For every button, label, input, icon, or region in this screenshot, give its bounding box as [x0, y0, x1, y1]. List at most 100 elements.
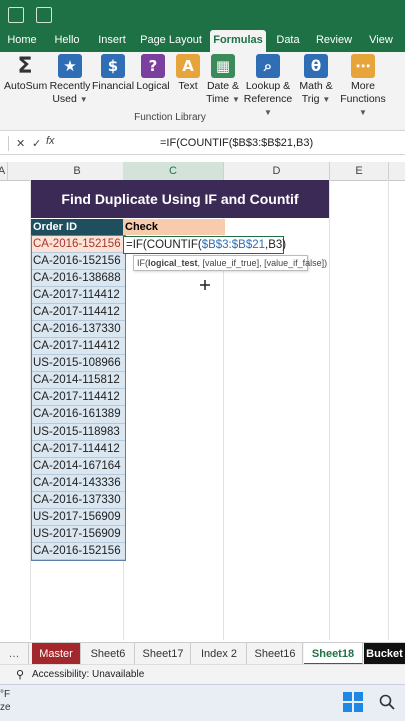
column-header-e[interactable]: E [330, 162, 389, 180]
order-id-cell[interactable]: CA-2016-137330 [32, 492, 125, 509]
function-library-group-label: Function Library [134, 112, 206, 123]
date-time-label-1: Date & [206, 80, 240, 92]
recently-used-label-2: Used [52, 93, 77, 105]
order-id-cell[interactable]: CA-2016-137330 [32, 321, 125, 339]
formula-bar: ✕ ✓ fx =IF(COUNTIF($B$3:$B$21,B3) [0, 134, 405, 155]
sheet-tab-sheet16[interactable]: Sheet16 [248, 643, 303, 665]
sheet-tab-index-2[interactable]: Index 2 [192, 643, 247, 665]
formula-text[interactable]: =IF(COUNTIF($B$3:$B$21,B3) [160, 137, 313, 149]
text-label: Text [178, 80, 198, 92]
search-icon[interactable] [378, 693, 396, 711]
lookup-label-1: Lookup & [245, 80, 291, 92]
order-id-cell[interactable]: CA-2017-114412 [32, 304, 125, 322]
column-header-d[interactable]: D [224, 162, 330, 180]
math-trig-label-2: Trig [301, 93, 320, 105]
sheet-more-icon[interactable]: … [0, 643, 29, 665]
weather-desc: ze [0, 702, 11, 713]
column-header-c[interactable]: C [123, 162, 224, 180]
order-id-cell[interactable]: CA-2017-114412 [32, 389, 125, 407]
chevron-down-icon: ▼ [264, 108, 272, 117]
sigma-icon: Σ [17, 53, 33, 79]
tab-page-layout[interactable]: Page Layout [138, 30, 204, 52]
window-title-bar [0, 0, 405, 30]
accessibility-icon[interactable]: ⚲ [16, 665, 24, 685]
order-id-cell[interactable]: CA-2017-114412 [32, 338, 125, 356]
date-time-button[interactable]: ▦ Date & Time ▼ [204, 54, 242, 106]
text-icon: A [176, 54, 200, 78]
order-id-cell[interactable]: CA-2016-152156 [32, 236, 125, 254]
order-id-header[interactable]: Order ID [31, 219, 125, 235]
chevron-down-icon: ▼ [322, 95, 331, 104]
tab-formulas[interactable]: Formulas [210, 30, 266, 52]
recently-used-button[interactable]: ★ Recently Used ▼ [48, 54, 92, 106]
active-cell-editor[interactable]: =IF(COUNTIF($B$3:$B$21,B3) [123, 236, 287, 254]
tooltip-rest: , [value_if_true], [value_if_false]) [197, 258, 328, 268]
order-id-cell[interactable]: CA-2016-161389 [32, 406, 125, 424]
autosum-label: AutoSum [4, 80, 48, 92]
formula-range: $B$3:$B$21 [201, 239, 266, 251]
autosum-button[interactable]: Σ AutoSum [4, 53, 48, 93]
weather-widget[interactable]: °F ze [0, 688, 11, 714]
tab-view[interactable]: View [364, 30, 398, 52]
windows-start-icon[interactable] [342, 691, 364, 713]
financial-button[interactable]: $ Financial [92, 54, 134, 93]
ribbon-tab-bar: Home Hello Insert Page Layout Formulas D… [0, 30, 405, 52]
star-icon: ★ [58, 54, 82, 78]
check-header[interactable]: Check [123, 219, 225, 235]
save-icon[interactable] [8, 7, 24, 23]
lookup-icon: ⌕ [256, 54, 280, 78]
name-box[interactable] [0, 136, 9, 151]
math-trig-button[interactable]: θ Math & Trig ▼ [294, 54, 338, 106]
order-id-column: CA-2016-152156 CA-2016-152156 CA-2016-13… [31, 235, 126, 561]
more-functions-label-2: Functions [340, 93, 386, 105]
formula-rest: ,B3) [265, 239, 287, 251]
tooltip-arg-logical-test[interactable]: logical_test [148, 258, 198, 268]
text-button[interactable]: A Text [172, 54, 204, 93]
sheet-tab-master[interactable]: Master [32, 643, 81, 665]
sheet-tab-sheet18[interactable]: Sheet18 [304, 643, 363, 665]
tooltip-start: IF( [137, 258, 148, 268]
sheet-tab-bucket[interactable]: Bucket [364, 643, 405, 665]
sheet-title-banner[interactable]: Find Duplicate Using IF and Countif [31, 180, 329, 218]
accessibility-status[interactable]: Accessibility: Unavailable [32, 665, 144, 685]
sheet-tab-sheet6[interactable]: Sheet6 [82, 643, 135, 665]
financial-label: Financial [92, 80, 135, 92]
order-id-cell[interactable]: US-2017-156909 [32, 526, 125, 543]
tab-data[interactable]: Data [272, 30, 304, 52]
order-id-cell[interactable]: US-2017-156909 [32, 509, 125, 526]
tab-insert[interactable]: Insert [92, 30, 132, 52]
chevron-down-icon: ▼ [231, 95, 240, 104]
logical-button[interactable]: ? Logical [134, 54, 172, 93]
order-id-cell[interactable]: CA-2016-152156 [32, 253, 125, 271]
insert-function-icon[interactable]: fx [46, 135, 55, 147]
calendar-icon: ▦ [211, 54, 235, 78]
more-functions-button[interactable]: ⋯ More Functions ▼ [338, 54, 388, 119]
order-id-cell[interactable]: US-2015-108966 [32, 355, 125, 373]
order-id-cell[interactable]: CA-2016-138688 [32, 270, 125, 288]
order-id-cell[interactable]: CA-2014-115812 [32, 372, 125, 390]
order-id-cell[interactable]: CA-2014-167164 [32, 458, 125, 475]
column-header-a[interactable]: A [0, 162, 8, 180]
column-header-b[interactable]: B [31, 162, 124, 180]
weather-temp: °F [0, 689, 11, 700]
tab-home[interactable]: Home [2, 30, 42, 52]
formula-bar-close-icon[interactable]: ✕ [16, 137, 25, 150]
order-id-cell[interactable]: CA-2017-114412 [32, 287, 125, 305]
order-id-cell[interactable]: US-2015-118983 [32, 424, 125, 441]
logical-label: Logical [136, 80, 170, 92]
tab-review[interactable]: Review [312, 30, 356, 52]
order-id-cell[interactable]: CA-2016-152156 [32, 543, 125, 560]
undo-icon[interactable] [36, 7, 52, 23]
formula-eq: =IF(COUNTIF( [126, 239, 202, 251]
windows-taskbar: °F ze [0, 684, 405, 721]
lookup-reference-button[interactable]: ⌕ Lookup & Reference ▼ [242, 54, 294, 119]
order-id-cell[interactable]: CA-2014-143336 [32, 475, 125, 492]
chevron-down-icon: ▼ [359, 108, 367, 117]
order-id-cell[interactable]: CA-2017-114412 [32, 441, 125, 458]
formula-bar-enter-icon[interactable]: ✓ [32, 137, 41, 150]
recently-used-label-1: Recently [49, 80, 91, 92]
date-time-label-2: Time [206, 93, 230, 105]
tab-hello[interactable]: Hello [48, 30, 86, 52]
sheet-tab-sheet17[interactable]: Sheet17 [136, 643, 191, 665]
lookup-label-2: Reference [243, 93, 293, 105]
